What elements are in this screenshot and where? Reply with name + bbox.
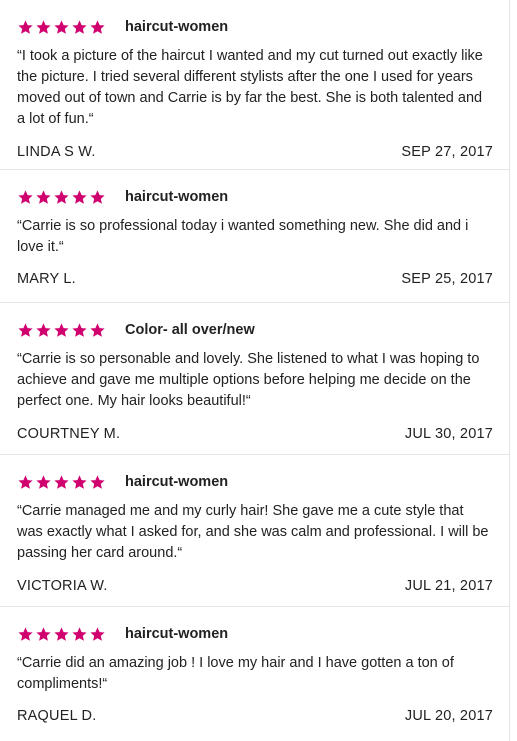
- star-icon: [71, 322, 88, 339]
- star-icon: [35, 189, 52, 206]
- star-icon: [35, 322, 52, 339]
- star-icon: [89, 19, 106, 36]
- review-author: VICTORIA W.: [17, 578, 108, 594]
- star-icon: [71, 626, 88, 643]
- star-rating: [17, 474, 106, 491]
- star-rating: [17, 189, 106, 206]
- star-icon: [35, 626, 52, 643]
- review-card: Color- all over/new “Carrie is so person…: [0, 303, 509, 455]
- star-icon: [53, 626, 70, 643]
- star-icon: [35, 19, 52, 36]
- review-card: haircut-women “Carrie is so professional…: [0, 170, 509, 303]
- review-meta: COURTNEY M. JUL 30, 2017: [17, 426, 493, 442]
- review-author: COURTNEY M.: [17, 426, 121, 442]
- review-text: “Carrie is so professional today i wante…: [17, 218, 469, 255]
- star-icon: [35, 474, 52, 491]
- review-text: “Carrie did an amazing job ! I love my h…: [17, 655, 454, 692]
- review-author: LINDA S W.: [17, 144, 96, 160]
- star-icon: [17, 19, 34, 36]
- star-rating: [17, 626, 106, 643]
- review-card: haircut-women “Carrie did an amazing job…: [0, 607, 509, 741]
- star-rating: [17, 322, 106, 339]
- review-text: “I took a picture of the haircut I wante…: [17, 48, 483, 127]
- star-icon: [17, 322, 34, 339]
- review-card: haircut-women “I took a picture of the h…: [0, 0, 509, 170]
- review-service: haircut-women: [125, 189, 229, 205]
- review-header: haircut-women: [17, 621, 493, 647]
- review-date: SEP 25, 2017: [401, 271, 493, 287]
- review-date: JUL 30, 2017: [404, 426, 493, 442]
- review-card: haircut-women “Carrie managed me and my …: [0, 455, 509, 607]
- review-service: haircut-women: [125, 19, 229, 35]
- star-icon: [17, 474, 34, 491]
- review-date: SEP 27, 2017: [401, 144, 493, 160]
- review-meta: VICTORIA W. JUL 21, 2017: [17, 578, 493, 594]
- review-text: “Carrie is so personable and lovely. She…: [17, 351, 480, 409]
- review-header: haircut-women: [17, 184, 493, 210]
- review-date: JUL 20, 2017: [404, 708, 493, 724]
- star-icon: [53, 474, 70, 491]
- star-icon: [71, 474, 88, 491]
- review-author: RAQUEL D.: [17, 708, 97, 724]
- review-meta: LINDA S W. SEP 27, 2017: [17, 144, 493, 160]
- review-header: Color- all over/new: [17, 317, 493, 343]
- star-icon: [53, 19, 70, 36]
- reviews-list: haircut-women “I took a picture of the h…: [0, 0, 510, 741]
- star-icon: [89, 322, 106, 339]
- review-date: JUL 21, 2017: [404, 578, 493, 594]
- review-service: haircut-women: [125, 626, 229, 642]
- star-icon: [17, 189, 34, 206]
- review-meta: MARY L. SEP 25, 2017: [17, 271, 493, 287]
- star-icon: [71, 189, 88, 206]
- star-icon: [71, 19, 88, 36]
- review-header: haircut-women: [17, 469, 493, 495]
- star-icon: [89, 189, 106, 206]
- review-meta: RAQUEL D. JUL 20, 2017: [17, 708, 493, 724]
- star-icon: [53, 189, 70, 206]
- star-rating: [17, 19, 106, 36]
- star-icon: [53, 322, 70, 339]
- review-text: “Carrie managed me and my curly hair! Sh…: [17, 503, 489, 561]
- review-author: MARY L.: [17, 271, 76, 287]
- review-service: Color- all over/new: [125, 322, 255, 338]
- star-icon: [89, 626, 106, 643]
- star-icon: [17, 626, 34, 643]
- review-service: haircut-women: [125, 474, 229, 490]
- review-header: haircut-women: [17, 14, 493, 40]
- star-icon: [89, 474, 106, 491]
